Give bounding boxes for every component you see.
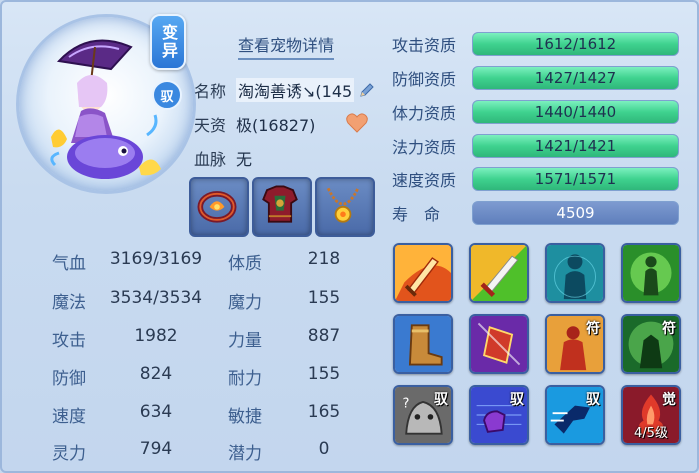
skill-slot-9[interactable]: ? 驭 — [393, 385, 453, 445]
aptitude-row-stamina: 体力资质 1440/1440 — [392, 98, 679, 126]
skill-slot-5[interactable] — [393, 314, 453, 374]
equipment-slot-ring[interactable] — [189, 177, 249, 237]
aptitude-bar: 1440/1440 — [472, 100, 679, 124]
spirit-body-icon — [547, 245, 603, 301]
necklace-icon — [326, 187, 360, 223]
talent-value: 极(16827) — [236, 116, 316, 135]
magic-shard-icon — [471, 316, 527, 372]
stat-value-strength: 887 — [307, 326, 341, 346]
bloodline-label: 血脉 — [194, 150, 227, 169]
pet-info-panel: 变异 驭 查看宠物详情 名称 淘淘善诱↘(145 天资 极(16827) 血脉 … — [0, 0, 699, 473]
skill-slot-6[interactable] — [469, 314, 529, 374]
aptitude-value: 1612/1612 — [534, 35, 617, 53]
skill-tag: 符 — [586, 321, 600, 337]
lifespan-row: 寿 命 4509 — [392, 199, 679, 227]
aptitude-label: 体力资质 — [392, 104, 457, 123]
skill-slot-12[interactable]: 觉 4/5级 — [621, 385, 681, 445]
skill-slot-2[interactable] — [469, 243, 529, 303]
svg-text:?: ? — [402, 397, 409, 412]
skill-slot-3[interactable] — [545, 243, 605, 303]
stat-value-mp: 3534/3534 — [109, 288, 203, 308]
aptitude-row-mana: 法力资质 1421/1421 — [392, 132, 679, 160]
boot-icon — [395, 316, 451, 372]
stat-label-mp: 魔法 — [52, 293, 86, 313]
aptitude-bar: 1427/1427 — [472, 66, 679, 90]
aptitude-value: 1427/1427 — [534, 69, 617, 87]
stat-value-hp: 3169/3169 — [109, 249, 203, 269]
stat-value-potential: 0 — [318, 439, 330, 459]
stat-value-speed: 634 — [139, 402, 173, 422]
skill-tag: 驭 — [434, 392, 448, 408]
stat-value-magic: 155 — [307, 288, 341, 308]
skill-slot-10[interactable]: 驭 — [469, 385, 529, 445]
aptitude-bar: 1612/1612 — [472, 32, 679, 56]
skill-tag: 驭 — [510, 392, 524, 408]
green-aura-icon — [623, 245, 679, 301]
aptitude-value: 1421/1421 — [534, 137, 617, 155]
aptitude-row-speed: 速度资质 1571/1571 — [392, 165, 679, 193]
stat-label-constitution: 体质 — [228, 254, 262, 274]
aptitude-label: 防御资质 — [392, 70, 457, 89]
sword-strike-icon — [471, 245, 527, 301]
aptitude-row-attack: 攻击资质 1612/1612 — [392, 30, 679, 58]
stat-value-constitution: 218 — [307, 249, 341, 269]
heart-icon[interactable] — [346, 113, 368, 133]
lifespan-label: 寿 命 — [392, 205, 441, 224]
skill-slot-1[interactable] — [393, 243, 453, 303]
name-row: 名称 淘淘善诱↘(145 — [194, 78, 376, 102]
fire-sword-icon — [395, 245, 451, 301]
aptitude-value: 1440/1440 — [534, 103, 617, 121]
talent-label: 天资 — [194, 116, 227, 135]
variant-badge: 变异 — [150, 14, 186, 70]
tame-badge-label: 驭 — [160, 89, 174, 105]
skill-tag: 符 — [662, 321, 676, 337]
equipment-slot-armor[interactable] — [252, 177, 312, 237]
stat-value-spirit: 794 — [139, 439, 173, 459]
skill-tag: 觉 — [662, 392, 676, 408]
aptitude-label: 法力资质 — [392, 138, 457, 157]
aptitude-value: 1571/1571 — [534, 170, 617, 188]
stat-label-strength: 力量 — [228, 331, 262, 351]
talent-row: 天资 极(16827) — [194, 112, 315, 136]
edit-pencil-icon[interactable] — [358, 81, 376, 99]
stat-value-endurance: 155 — [307, 364, 341, 384]
stat-label-attack: 攻击 — [52, 331, 86, 351]
bloodline-row: 血脉 无 — [194, 146, 252, 170]
skill-level: 4/5级 — [634, 426, 668, 441]
stat-label-defense: 防御 — [52, 369, 86, 389]
stat-value-attack: 1982 — [134, 326, 178, 346]
equipment-slot-necklace[interactable] — [315, 177, 375, 237]
stat-label-endurance: 耐力 — [228, 369, 262, 389]
stat-label-magic: 魔力 — [228, 293, 262, 313]
aptitude-label: 速度资质 — [392, 171, 457, 190]
lifespan-value: 4509 — [556, 204, 595, 222]
stat-label-speed: 速度 — [52, 407, 86, 427]
skill-slot-4[interactable] — [621, 243, 681, 303]
variant-badge-label: 变异 — [159, 24, 178, 60]
aptitude-row-defense: 防御资质 1427/1427 — [392, 64, 679, 92]
stat-value-agility: 165 — [307, 402, 341, 422]
aptitude-bar: 1421/1421 — [472, 134, 679, 158]
skill-tag: 驭 — [586, 392, 600, 408]
name-label: 名称 — [194, 82, 227, 101]
stat-label-spirit: 灵力 — [52, 444, 86, 464]
stat-label-potential: 潜力 — [228, 444, 262, 464]
lifespan-bar: 4509 — [472, 201, 679, 225]
view-pet-details-link[interactable]: 查看宠物详情 — [238, 32, 335, 60]
name-value[interactable]: 淘淘善诱↘(145 — [236, 78, 355, 102]
skill-slot-8[interactable]: 符 — [621, 314, 681, 374]
armor-icon — [262, 185, 298, 223]
skill-slot-11[interactable]: 驭 — [545, 385, 605, 445]
ring-icon — [197, 191, 237, 223]
aptitude-label: 攻击资质 — [392, 36, 457, 55]
bloodline-value: 无 — [236, 150, 253, 169]
tame-badge: 驭 — [152, 80, 182, 110]
stat-value-defense: 824 — [139, 364, 173, 384]
stat-label-hp: 气血 — [52, 254, 86, 274]
skill-slot-7[interactable]: 符 — [545, 314, 605, 374]
aptitude-bar: 1571/1571 — [472, 167, 679, 191]
stat-label-agility: 敏捷 — [228, 407, 262, 427]
